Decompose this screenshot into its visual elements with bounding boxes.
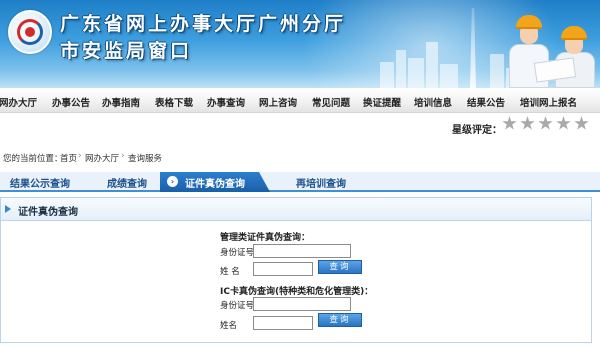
logo-center [25,27,35,37]
site-title: 广东省网上办事大厅广州分厅 [60,13,347,35]
star-icon[interactable] [502,116,517,130]
rating-label: 星级评定： [452,125,502,136]
breadcrumb-online-hall[interactable]: 网办大厅 [85,152,119,164]
id-number-input[interactable] [253,244,351,258]
chevron-right-icon: › [121,151,125,161]
workers-image [495,0,600,88]
panel-title: 证件真伪查询 [18,207,78,218]
nav-item-renewal-reminder[interactable]: 换证提醒 [363,95,401,109]
chevron-right-icon: › [78,151,82,161]
nav-item-training-info[interactable]: 培训信息 [414,95,452,109]
name-label: 姓 名 [220,267,240,277]
star-icon[interactable] [556,116,571,130]
name-label: 姓名 [220,321,238,331]
chevron-right-icon: › [167,176,178,187]
name-input[interactable] [253,262,313,276]
nav-item-faq[interactable]: 常见问题 [312,95,350,109]
star-icon[interactable] [520,116,535,130]
panel-header [0,197,592,221]
nav-item-online-hall[interactable]: 网办大厅 [0,95,37,109]
nav-item-announcements[interactable]: 办事公告 [52,95,90,109]
triangle-right-icon [5,205,11,213]
agency-logo [8,10,52,54]
query-button[interactable]: 查询 [318,313,362,327]
site-subtitle: 市安监局窗口 [60,40,193,62]
tab-certificate-verify-label[interactable]: 证件真伪查询 [185,175,245,190]
nav-item-training-signup[interactable]: 培训网上报名 [520,95,577,109]
nav-item-consult[interactable]: 网上咨询 [259,95,297,109]
nav-item-result-notice[interactable]: 结果公告 [467,95,505,109]
nav-item-forms-download[interactable]: 表格下载 [155,95,193,109]
management-cert-query-title: 管理类证件真伪查询： [220,233,311,243]
id-number-input[interactable] [253,297,351,311]
ic-card-query-title: IC卡真伪查询(特种类和危化管理类)： [220,287,374,297]
nav-item-query[interactable]: 办事查询 [207,95,245,109]
tab-result-notice-query[interactable]: 结果公示查询 [10,175,70,190]
breadcrumb-home[interactable]: 首页 [60,152,77,164]
star-icon[interactable] [538,116,553,130]
nav-item-guide[interactable]: 办事指南 [102,95,140,109]
tab-retraining-query[interactable]: 再培训查询 [296,175,346,190]
main-nav: 网办大厅 办事公告 办事指南 表格下载 办事查询 网上咨询 常见问题 换证提醒 … [0,88,600,113]
id-number-label: 身份证号 [220,301,255,311]
star-icon[interactable] [574,116,589,130]
tab-score-query[interactable]: 成绩查询 [107,175,147,190]
header-banner: 广东省网上办事大厅广州分厅 市安监局窗口 [0,0,600,88]
name-input[interactable] [253,316,313,330]
breadcrumb-prefix: 您的当前位置： [3,154,63,164]
query-button[interactable]: 查询 [318,260,362,274]
breadcrumb-query-service: 查询服务 [128,154,163,164]
id-number-label: 身份证号 [220,248,255,258]
